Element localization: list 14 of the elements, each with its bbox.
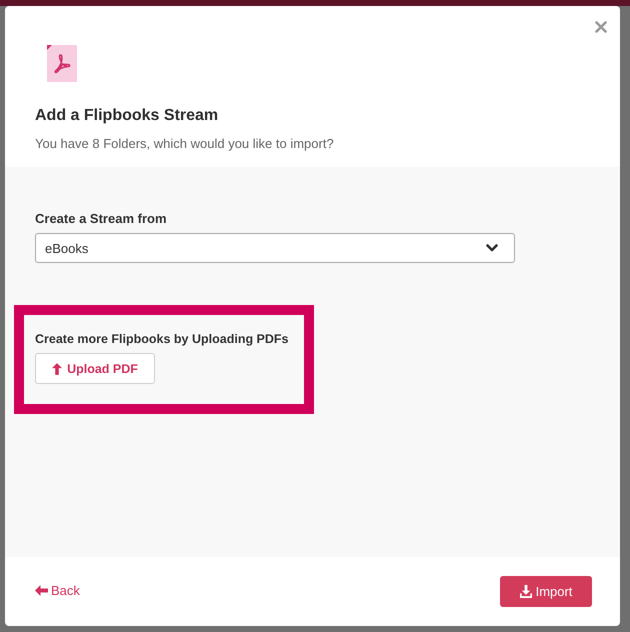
dialog-title: Add a Flipbooks Stream: [35, 106, 218, 126]
arrow-up-icon: [52, 362, 62, 374]
download-icon: [520, 585, 532, 598]
pdf-file-icon: [47, 45, 77, 82]
upload-pdf-button[interactable]: Upload PDF: [35, 353, 155, 384]
dialog-subtitle: You have 8 Folders, which would you like to import?: [35, 135, 334, 153]
stream-source-select[interactable]: eBooks: [35, 233, 515, 263]
import-button[interactable]: Import: [500, 576, 592, 607]
arrow-left-icon: [35, 585, 48, 596]
chevron-down-icon: [486, 244, 498, 252]
close-icon[interactable]: [595, 21, 607, 33]
field-label: Create a Stream from: [35, 211, 166, 227]
upload-prompt: Create more Flipbooks by Uploading PDFs: [35, 332, 289, 346]
back-link[interactable]: Back: [35, 583, 80, 598]
